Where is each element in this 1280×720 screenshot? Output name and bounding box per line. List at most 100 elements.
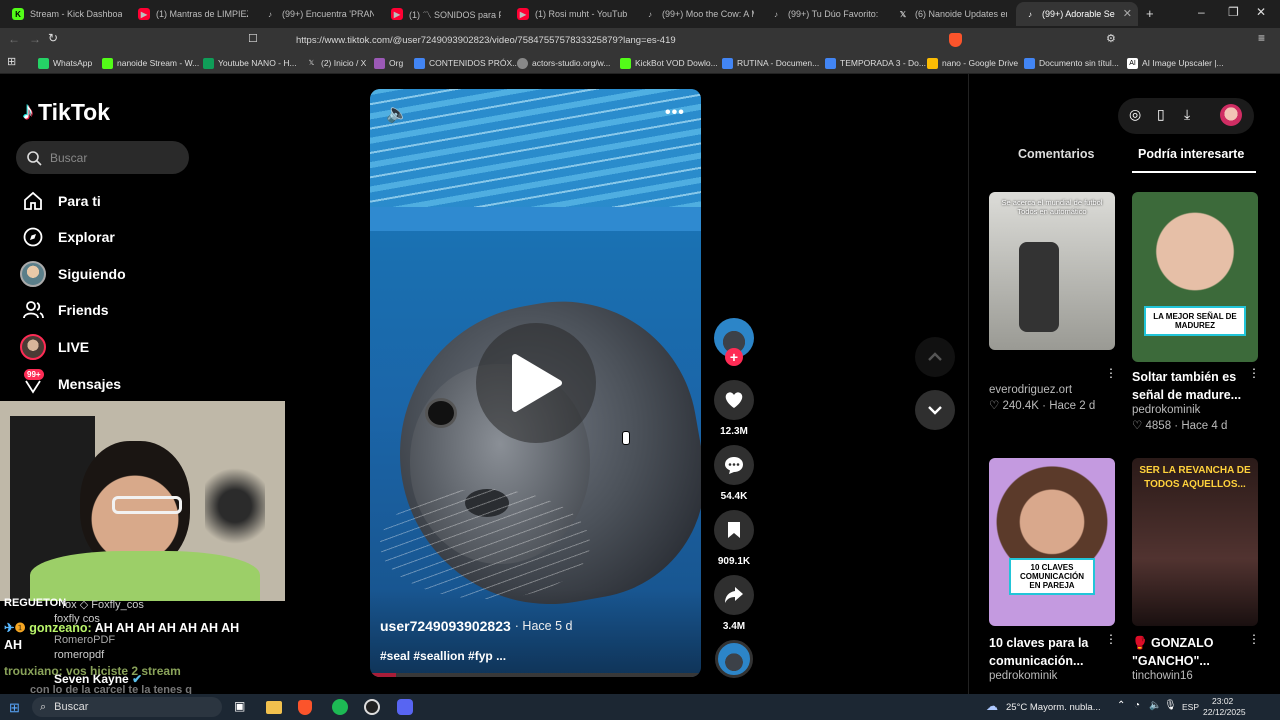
bookmark-item[interactable]: Documento sin títul... [1024,56,1119,70]
recommended-card[interactable]: LA MEJOR SEÑAL DE MADUREZ Soltar también… [1132,192,1260,432]
bookmark-item[interactable]: Org [374,56,403,70]
nav-item-friends[interactable]: Friends [20,296,109,324]
reload-button[interactable]: ↻ [48,31,58,45]
nav-item-explorar[interactable]: Explorar [20,223,115,251]
bookmark-item[interactable]: 𝕏 (2) Inicio / X [306,56,367,70]
follow-plus-icon[interactable]: + [725,348,743,366]
kitchen-shape [1019,242,1059,332]
browser-tab[interactable]: ▶ (1) Mantras de LIMPIEZA E [130,2,248,26]
tab-title: Stream - Kick Dashboard [30,9,122,19]
bookmark-page-icon[interactable]: ☐ [248,32,258,45]
discord-icon[interactable] [397,699,413,715]
coin-icon[interactable]: ◎ [1129,106,1141,123]
brave-shield-icon[interactable] [949,33,962,47]
clock-date[interactable]: 22/12/2025 [1203,707,1246,717]
clock-time[interactable]: 23:02 [1212,696,1233,706]
chat-line: RomeroPDF [54,634,116,646]
weather-text[interactable]: 25°C Mayorm. nubla... [1006,702,1101,713]
nav-item-para-ti[interactable]: Para ti [20,187,101,215]
profile-avatar[interactable] [1220,104,1242,126]
back-button[interactable]: ← [8,32,20,46]
browser-tab[interactable]: K Stream - Kick Dashboard [4,2,122,26]
bookmark-item[interactable]: AI AI Image Upscaler |... [1127,56,1224,70]
bookmark-item[interactable]: Youtube NANO - H... [203,56,297,70]
bookmark-item[interactable]: nano - Google Drive [927,56,1018,70]
browser-tab[interactable]: 𝕏 (6) Nanoide Updates en X [889,2,1007,26]
video-hashtags[interactable]: #seal #seallion #fyp ... [380,649,506,663]
bookmark-item[interactable]: WhatsApp [38,56,92,70]
previous-video-button[interactable] [915,337,955,377]
browser-tab[interactable]: ♪ (99+) Encuentra 'PRANK FA [256,2,374,26]
search-input[interactable]: Buscar [16,141,189,174]
card-more-icon[interactable]: ⋮ [1105,366,1117,380]
card-more-icon[interactable]: ⋮ [1248,632,1260,646]
close-window-button[interactable]: ✕ [1256,5,1266,19]
tiktok-icon: ♪ [648,9,652,19]
browser-tab[interactable]: ▶ (1) 〽 SONIDOS para PER [383,2,501,26]
network-icon[interactable]: ◔ [1134,700,1140,711]
tray-chevron-icon[interactable]: ⌃ [1117,700,1125,711]
recommended-card[interactable]: Se acerca el mundial de futbol Todos en … [989,192,1117,412]
task-view-icon[interactable]: ▣ [234,699,245,713]
brave-browser-icon[interactable] [298,700,312,715]
menu-icon[interactable]: ≡ [1258,31,1265,45]
forward-button[interactable]: → [29,32,41,46]
recommended-card[interactable]: 10 CLAVES COMUNICACIÓN EN PAREJA 10 clav… [989,458,1117,682]
next-video-button[interactable] [915,390,955,430]
card-more-icon[interactable]: ⋮ [1248,366,1260,380]
taskbar-search[interactable]: ⌕ Buscar [32,697,222,717]
tiktok-logo[interactable]: ♪ TikTok [22,98,110,126]
bookmark-item[interactable]: KickBot VOD Dowlo... [620,56,718,70]
video-author[interactable]: user7249093902823 · Hace 5 d [380,618,572,634]
apps-grid-icon[interactable]: ⊞ [7,55,16,68]
sound-disc[interactable] [714,640,754,678]
creator-avatar-button[interactable]: + [714,318,754,366]
windows-start-icon[interactable]: ⊞ [9,700,20,716]
language-indicator[interactable]: ESP [1182,702,1199,712]
minimize-button[interactable]: – [1198,5,1205,19]
chat-line: ✈❶ gonzeano: AH AH AH AH AH AH AH AH [4,621,240,652]
card-more-icon[interactable]: ⋮ [1105,632,1117,646]
more-options-icon[interactable]: ••• [665,104,685,122]
nav-item-mensajes[interactable]: 99+ Mensajes [20,369,121,398]
search-icon: ⌕ [40,700,47,713]
play-button[interactable] [476,323,596,443]
maximize-button[interactable]: ❐ [1228,5,1239,19]
device-icon[interactable]: ▯ [1157,106,1165,123]
browser-tab[interactable]: ▶ (1) Rosi muht - YouTube [509,2,627,26]
mic-icon[interactable]: 🎙 [1164,700,1177,711]
bookmark-item[interactable]: nanoide Stream - W... [102,56,199,70]
download-icon[interactable]: ⤓ [1184,106,1190,123]
volume-tray-icon[interactable]: 🔈 [1149,700,1161,711]
like-button[interactable]: 12.3M [714,380,754,437]
tab-comentarios[interactable]: Comentarios [1018,147,1094,161]
bookmark-item[interactable]: CONTENIDOS PRÓX... [414,56,519,70]
close-tab-icon[interactable]: ✕ [1123,7,1132,20]
bookmark-item[interactable]: actors-studio.org/w... [517,56,610,70]
comment-button[interactable]: 54.4K [714,445,754,502]
file-explorer-icon[interactable] [266,701,282,714]
sheet-icon [203,57,214,69]
spotify-icon[interactable] [332,699,348,715]
bookmark-item[interactable]: TEMPORADA 3 - Do... [825,56,926,70]
tab-title: (99+) Tu Dúo Favorito: Me [788,9,880,19]
new-tab-button[interactable]: + [1146,6,1154,21]
volume-icon[interactable]: 🔈 [386,103,408,124]
nav-item-siguiendo[interactable]: Siguiendo [20,260,126,288]
cam-glasses [112,496,182,514]
tab-podria-interesarte[interactable]: Podría interesarte [1138,147,1244,161]
recommended-card[interactable]: SER LA REVANCHA DE TODOS AQUELLOS... 🥊 G… [1132,458,1260,682]
active-tab-underline [1132,171,1256,173]
card-author: everodriguez.ort [989,384,1073,396]
browser-tab[interactable]: ♪ (99+) Moo the Cow: A Mo [636,2,754,26]
browser-tab-active[interactable]: ♪ (99+) Adorable Se ✕ [1016,2,1138,26]
share-button[interactable]: 3.4M [714,575,754,632]
url-bar[interactable]: https://www.tiktok.com/@user724909390282… [270,31,990,49]
save-button[interactable]: 909.1K [714,510,754,567]
bookmark-item[interactable]: RUTINA - Documen... [722,56,819,70]
obs-icon[interactable] [364,699,380,715]
browser-tab[interactable]: ♪ (99+) Tu Dúo Favorito: Me [762,2,880,26]
nav-item-live[interactable]: LIVE [20,333,89,361]
tab-title: (6) Nanoide Updates en X [915,9,1007,19]
site-settings-icon[interactable]: ⚙ [1106,32,1116,45]
